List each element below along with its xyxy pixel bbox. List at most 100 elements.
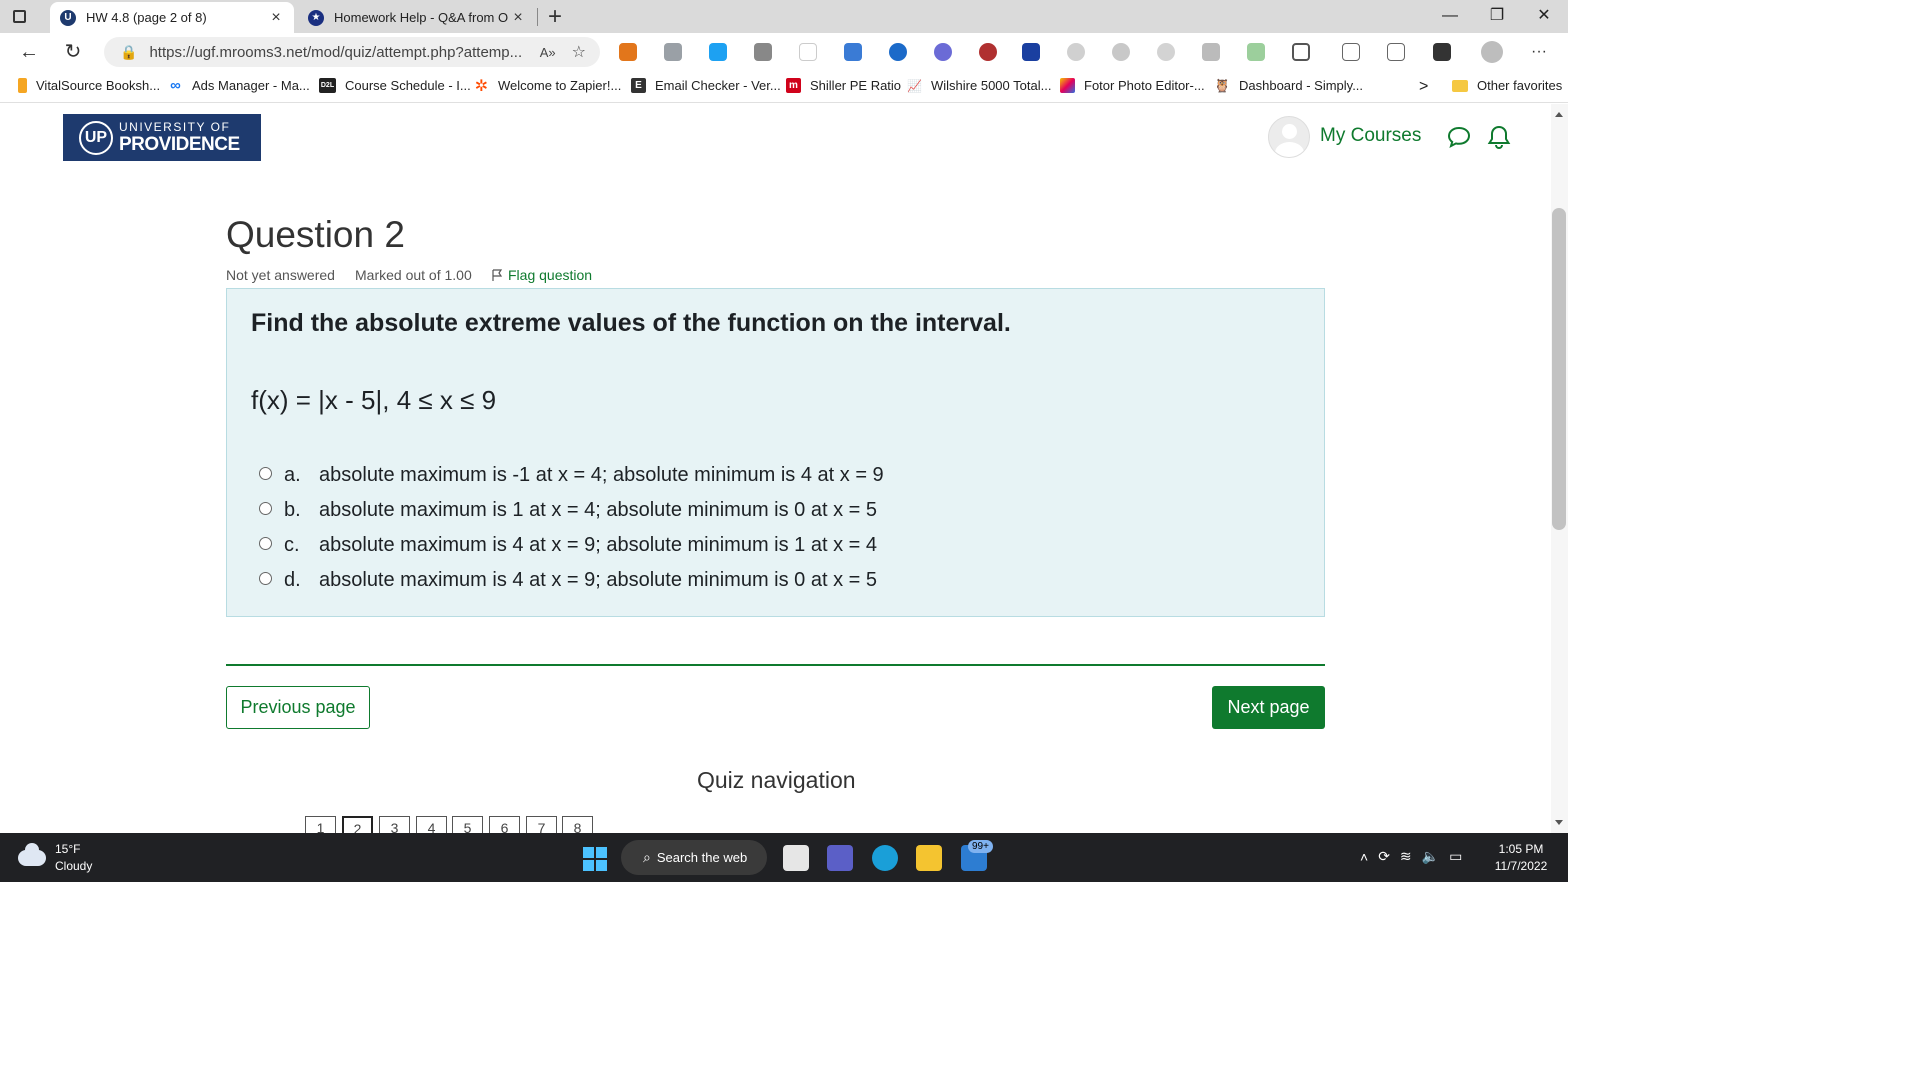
code-extension-icon[interactable] xyxy=(664,43,682,61)
minimize-button[interactable]: — xyxy=(1427,4,1473,28)
wifi-icon[interactable]: ≋ xyxy=(1400,848,1412,865)
radio-button[interactable] xyxy=(259,466,272,480)
radio-button[interactable] xyxy=(259,571,272,585)
battery-icon[interactable]: ▭ xyxy=(1449,848,1462,865)
favorite-wilshire[interactable]: 📈 Wilshire 5000 Total... xyxy=(907,78,1051,93)
chat-extension-icon[interactable] xyxy=(934,43,952,61)
c-extension-icon[interactable] xyxy=(1157,43,1175,61)
address-bar[interactable]: 🔒 https://ugf.mrooms3.net/mod/quiz/attem… xyxy=(104,37,600,67)
check-extension-icon[interactable] xyxy=(889,43,907,61)
quiz-nav-page-7[interactable]: 7 xyxy=(526,816,557,833)
quiz-nav-page-1[interactable]: 1 xyxy=(305,816,336,833)
favorite-zapier[interactable]: ✲ Welcome to Zapier!... xyxy=(474,78,622,95)
next-page-button[interactable]: Next page xyxy=(1212,686,1325,729)
university-logo[interactable]: UP UNIVERSITY OF PROVIDENCE xyxy=(63,114,261,161)
quiz-nav-page-5[interactable]: 5 xyxy=(452,816,483,833)
answer-option-c[interactable]: c. absolute maximum is 4 at x = 9; absol… xyxy=(259,530,877,560)
favorite-shiller-pe[interactable]: m Shiller PE Ratio xyxy=(786,78,901,93)
option-text: absolute maximum is -1 at x = 4; absolut… xyxy=(319,463,884,486)
collections-icon[interactable] xyxy=(1387,43,1405,61)
quiz-nav-page-6[interactable]: 6 xyxy=(489,816,520,833)
question-status: Not yet answered xyxy=(226,267,335,283)
green-extension-icon[interactable] xyxy=(1247,43,1265,61)
tab-hw-4-8[interactable]: U HW 4.8 (page 2 of 8) × xyxy=(50,2,294,33)
tab-separator xyxy=(537,8,538,26)
vitalsource-icon xyxy=(18,78,27,93)
heart-monitor-icon[interactable] xyxy=(1433,43,1451,61)
quiz-nav-page-3[interactable]: 3 xyxy=(379,816,410,833)
square-extension-icon[interactable] xyxy=(1202,43,1220,61)
folder-icon xyxy=(1452,79,1468,92)
calendar-extension-icon[interactable] xyxy=(1022,43,1040,61)
show-hidden-icons-chevron-icon[interactable]: ˄ xyxy=(1360,849,1368,865)
tab-actions-button[interactable] xyxy=(8,6,30,26)
tab-close-button[interactable]: × xyxy=(508,9,528,27)
profile-avatar-icon[interactable] xyxy=(1481,41,1503,63)
teams-chat-icon[interactable] xyxy=(827,845,853,871)
weather-widget[interactable]: 15°F Cloudy xyxy=(18,841,92,875)
download-extension-icon[interactable] xyxy=(844,43,862,61)
grey-extension-icon[interactable] xyxy=(1067,43,1085,61)
restore-button[interactable]: ❐ xyxy=(1474,4,1520,28)
radio-button[interactable] xyxy=(259,536,272,550)
my-courses-link[interactable]: My Courses xyxy=(1320,125,1421,147)
page-scrollbar[interactable] xyxy=(1551,104,1568,833)
close-window-button[interactable]: ✕ xyxy=(1521,4,1567,28)
taskbar-clock[interactable]: 1:05 PM 11/7/2022 xyxy=(1488,841,1554,875)
notifications-bell-icon[interactable] xyxy=(1486,124,1512,150)
add-favorite-icon[interactable]: ☆ xyxy=(572,42,586,62)
scroll-down-arrow-icon[interactable] xyxy=(1555,820,1563,825)
metamask-extension-icon[interactable] xyxy=(619,43,637,61)
quiz-nav-page-8[interactable]: 8 xyxy=(562,816,593,833)
k-extension-icon[interactable] xyxy=(979,43,997,61)
tab-close-button[interactable]: × xyxy=(266,9,286,27)
user-avatar[interactable] xyxy=(1268,116,1310,158)
settings-menu-button[interactable]: ··· xyxy=(1526,39,1552,65)
favorite-ads-manager[interactable]: ∞ Ads Manager - Ma... xyxy=(168,77,310,94)
task-view-icon[interactable] xyxy=(783,845,809,871)
option-letter: c. xyxy=(284,533,300,556)
scrollbar-thumb[interactable] xyxy=(1552,208,1566,530)
favorites-icon[interactable] xyxy=(1342,43,1360,61)
answer-option-d[interactable]: d. absolute maximum is 4 at x = 9; absol… xyxy=(259,565,877,595)
volume-muted-icon[interactable]: 🔈 xyxy=(1422,848,1439,865)
new-tab-button[interactable]: + xyxy=(543,3,567,31)
plus-extension-icon[interactable] xyxy=(799,43,817,61)
radio-button[interactable] xyxy=(259,501,272,515)
logo-line1: UNIVERSITY OF xyxy=(119,119,231,134)
favorite-fotor[interactable]: Fotor Photo Editor-... xyxy=(1060,78,1205,93)
tab-homework-help[interactable]: ★ Homework Help - Q&A from On × xyxy=(298,2,536,33)
favorite-course-schedule[interactable]: D2L Course Schedule - I... xyxy=(319,78,471,93)
dollar-extension-icon[interactable] xyxy=(1112,43,1130,61)
blue-extension-icon[interactable] xyxy=(709,43,727,61)
lock-icon: 🔒 xyxy=(120,43,138,60)
start-button[interactable] xyxy=(583,847,607,871)
taskbar-search[interactable]: ⌕ Search the web xyxy=(621,840,767,875)
answer-option-b[interactable]: b. absolute maximum is 1 at x = 4; absol… xyxy=(259,495,877,525)
previous-page-button[interactable]: Previous page xyxy=(226,686,370,729)
scroll-up-arrow-icon[interactable] xyxy=(1555,112,1563,117)
favorite-dashboard-simply[interactable]: 🦉 Dashboard - Simply... xyxy=(1214,78,1363,94)
favorites-more-button[interactable]: > xyxy=(1419,78,1428,96)
answer-option-a[interactable]: a. absolute maximum is -1 at x = 4; abso… xyxy=(259,460,884,490)
back-button[interactable]: ← xyxy=(16,39,42,65)
refresh-button[interactable]: ↻ xyxy=(60,39,86,65)
chart-icon: 📈 xyxy=(907,78,922,93)
avatar-head xyxy=(1282,124,1297,139)
read-aloud-icon[interactable]: A» xyxy=(540,45,556,60)
quiz-nav-page-2[interactable]: 2 xyxy=(342,816,373,833)
favorite-vitalsource[interactable]: VitalSource Booksh... xyxy=(18,78,160,93)
fb-extension-icon[interactable] xyxy=(754,43,772,61)
flag-question-link[interactable]: Flag question xyxy=(492,267,592,283)
messages-icon[interactable] xyxy=(1446,124,1472,150)
file-explorer-icon[interactable] xyxy=(916,845,942,871)
favorite-email-checker[interactable]: E Email Checker - Ver... xyxy=(631,78,781,93)
quiz-nav-page-4[interactable]: 4 xyxy=(416,816,447,833)
browser-tab-strip: U HW 4.8 (page 2 of 8) × ★ Homework Help… xyxy=(0,0,1568,33)
network-sync-icon[interactable]: ⟳ xyxy=(1378,848,1390,865)
favorite-label: VitalSource Booksh... xyxy=(36,78,161,93)
other-favorites-folder[interactable]: Other favorites xyxy=(1452,78,1562,93)
edge-browser-icon[interactable] xyxy=(872,845,898,871)
extensions-puzzle-icon[interactable] xyxy=(1292,43,1310,61)
favorites-bar: VitalSource Booksh... ∞ Ads Manager - Ma… xyxy=(0,71,1568,103)
